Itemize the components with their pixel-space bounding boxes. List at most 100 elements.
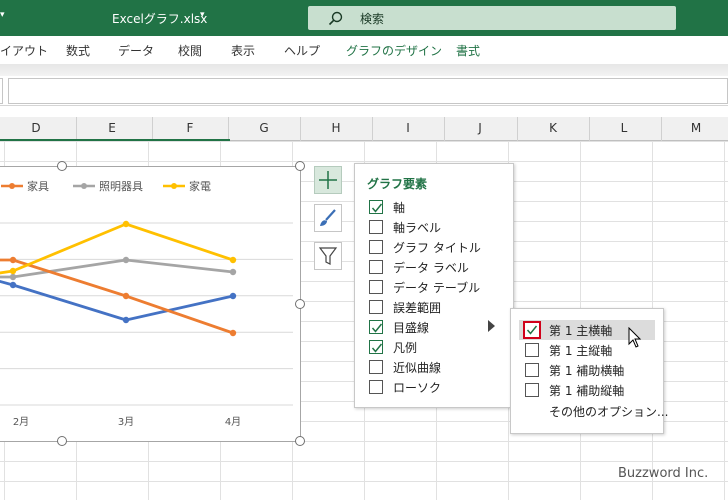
chart-element-label: 軸 (393, 201, 406, 215)
workbook-filename[interactable]: Excelグラフ.xlsx (112, 10, 207, 27)
legend-label: 家具 (27, 179, 49, 193)
quick-access-caret[interactable]: ▾ (0, 10, 5, 20)
series-point (122, 316, 130, 324)
x-axis-tick-label: 4月 (225, 416, 241, 428)
column-header-f[interactable]: F (180, 121, 200, 135)
checkbox[interactable] (369, 360, 383, 374)
chart-elements-button[interactable] (314, 166, 342, 194)
checkbox[interactable] (525, 343, 539, 357)
tab-data[interactable]: データ (118, 42, 154, 59)
formula-input[interactable] (8, 78, 728, 104)
paintbrush-icon (320, 209, 336, 226)
chart-element-label: 近似曲線 (393, 361, 442, 375)
chart-plot: 家具 照明器具 家電 2月 3月 4月 (0, 179, 293, 428)
filter-icon (318, 247, 338, 265)
checkbox[interactable] (369, 260, 383, 274)
series-point (229, 268, 237, 276)
resize-handle-bottom-right[interactable] (295, 436, 305, 446)
tab-review[interactable]: 校閲 (178, 42, 202, 59)
resize-handle-top-right[interactable] (295, 161, 305, 171)
panel-title: グラフ要素 (367, 177, 428, 191)
series-point (122, 292, 130, 300)
chart-styles-button[interactable] (314, 204, 342, 232)
series-point (122, 256, 130, 264)
column-header-g[interactable]: G (254, 121, 274, 135)
legend-marker (9, 183, 15, 189)
series-point (229, 329, 237, 337)
checkbox[interactable] (525, 383, 539, 397)
column-header-l[interactable]: L (614, 121, 634, 135)
tab-formulas[interactable]: 数式 (66, 42, 90, 59)
axis-option-label: 第 1 補助横軸 (549, 364, 625, 378)
axis-option-label: 第 1 補助縦軸 (549, 384, 625, 398)
chart-elements-panel: グラフ要素 軸軸ラベルグラフ タイトル データ ラベル データ テーブル 誤差範囲目盛… (354, 163, 514, 408)
x-axis-tick-label: 3月 (118, 416, 134, 428)
checkbox[interactable] (369, 320, 383, 334)
filename-caret-icon[interactable]: ▾ (200, 10, 205, 20)
x-axis-tick-label: 2月 (13, 416, 29, 428)
chart-element-label: 目盛線 (393, 321, 430, 335)
series-point (9, 281, 17, 289)
series-point (9, 273, 17, 281)
checkbox[interactable] (369, 380, 383, 394)
column-headers: D E F G H I J K L M (0, 117, 728, 141)
chart-element-label: 誤差範囲 (393, 301, 442, 315)
mouse-cursor-icon (628, 327, 642, 348)
series-point (229, 256, 237, 264)
series-point (9, 267, 17, 275)
search-placeholder: 検索 (360, 12, 385, 26)
tab-view[interactable]: 表示 (231, 42, 255, 59)
tab-format[interactable]: 書式 (456, 42, 480, 59)
chart-element-label: グラフ タイトル (393, 241, 481, 255)
column-header-k[interactable]: K (543, 121, 563, 135)
legend-marker (81, 183, 87, 189)
column-header-m[interactable]: M (686, 121, 706, 135)
checkbox[interactable] (523, 321, 541, 339)
line-chart[interactable]: 家具 照明器具 家電 2月 3月 4月 (0, 166, 301, 442)
series-line (0, 279, 234, 322)
column-header-h[interactable]: H (326, 121, 346, 135)
legend-marker (171, 183, 177, 189)
chart-element-label: 凡例 (393, 341, 418, 355)
checkbox[interactable] (369, 200, 383, 214)
more-options-link[interactable]: その他のオプション... (549, 403, 668, 420)
column-header-d[interactable]: D (26, 121, 46, 135)
column-header-e[interactable]: E (102, 121, 122, 135)
chart-element-label: データ テーブル (393, 281, 481, 295)
checkbox[interactable] (525, 363, 539, 377)
plus-icon (319, 171, 337, 189)
series-point (122, 220, 130, 228)
resize-handle-bottom[interactable] (57, 436, 67, 446)
brand-watermark: Buzzword Inc. (618, 466, 709, 481)
resize-handle-top[interactable] (57, 161, 67, 171)
name-box[interactable] (0, 78, 3, 104)
search-box[interactable]: 検索 (308, 6, 676, 30)
checkbox[interactable] (369, 300, 383, 314)
tab-layout[interactable]: イアウト (0, 42, 48, 59)
series-point (9, 256, 17, 264)
ribbon-body (0, 64, 728, 76)
tab-chart-design[interactable]: グラフのデザイン (346, 42, 442, 59)
tab-help[interactable]: ヘルプ (284, 42, 320, 59)
checkbox[interactable] (369, 220, 383, 234)
checkbox[interactable] (369, 240, 383, 254)
formula-bar (0, 76, 728, 106)
checkbox[interactable] (369, 340, 383, 354)
chart-filters-button[interactable] (314, 242, 342, 270)
column-header-j[interactable]: J (470, 121, 490, 135)
ribbon-tabs: イアウト 数式 データ 校閲 表示 ヘルプ グラフのデザイン 書式 (0, 36, 728, 64)
submenu-arrow-icon[interactable] (488, 320, 495, 332)
column-header-i[interactable]: I (398, 121, 418, 135)
resize-handle-right[interactable] (295, 299, 305, 309)
search-icon (328, 11, 343, 26)
legend-label: 照明器具 (99, 180, 143, 193)
checkbox[interactable] (369, 280, 383, 294)
legend-label: 家電 (189, 179, 211, 193)
chart-element-label: 軸ラベル (393, 221, 442, 235)
chart-element-label: ローソク (393, 381, 442, 395)
chart-element-label: データ ラベル (393, 261, 469, 275)
title-bar: ▾ Excelグラフ.xlsx ▾ 検索 (0, 0, 728, 36)
axis-option-label: 第 1 主横軸 (549, 324, 613, 338)
series-point (229, 292, 237, 300)
series-line (0, 258, 234, 335)
